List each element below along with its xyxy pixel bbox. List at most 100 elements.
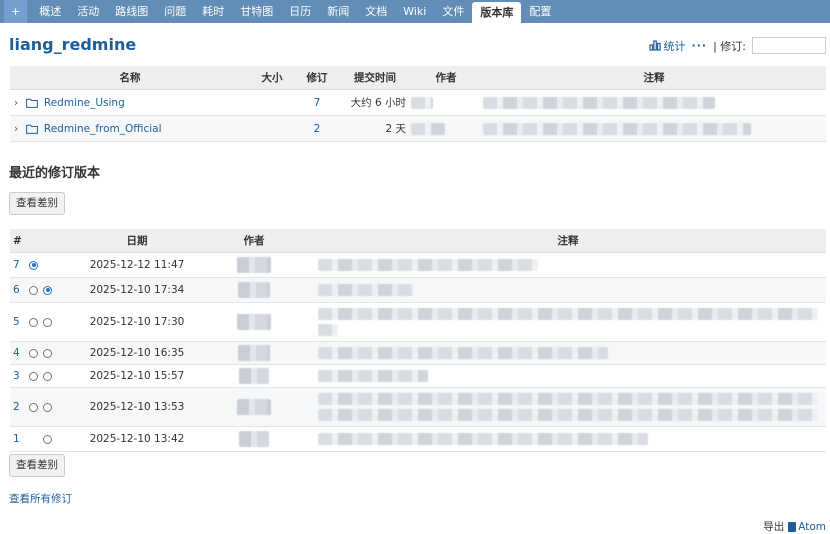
tab-8[interactable]: 文档 <box>357 0 395 23</box>
bar-chart-icon <box>648 40 661 51</box>
revision-date: 2025-12-10 16:35 <box>76 341 198 365</box>
comment-redacted <box>318 347 608 359</box>
col-age: 提交时间 <box>340 66 410 90</box>
diff-to-radio[interactable] <box>43 285 52 295</box>
revision-row: 7 2025-12-12 11:47 <box>10 252 826 278</box>
diff-to-radio[interactable] <box>43 317 52 327</box>
contextual-actions: 统计 ··· | 修订: <box>648 37 826 54</box>
view-all-revisions-link[interactable]: 查看所有修订 <box>9 491 72 506</box>
tab-0[interactable]: 概述 <box>31 0 69 23</box>
tab-4[interactable]: 耗时 <box>194 0 232 23</box>
revisions-table: # 日期 作者 注释 7 2025-12-12 11:47 6 2025-12-10 … <box>10 229 826 452</box>
author-redacted <box>238 282 270 298</box>
expand-chevron-icon[interactable]: › <box>14 97 18 109</box>
entry-age: 大约 6 小时 <box>340 89 410 116</box>
revision-row: 2 2025-12-10 13:53 <box>10 387 826 427</box>
col-date: 日期 <box>76 229 198 253</box>
view-diff-button-bottom[interactable]: 查看差别 <box>9 454 65 477</box>
diff-from-radio[interactable] <box>29 402 38 412</box>
comment-redacted <box>318 393 818 405</box>
entry-link[interactable]: Redmine_from_Official <box>44 123 162 135</box>
entry-link[interactable]: Redmine_Using <box>44 97 125 109</box>
more-actions-icon[interactable]: ··· <box>692 39 708 52</box>
comment-redacted <box>318 409 818 421</box>
entry-author-redacted <box>411 96 433 109</box>
comment-redacted <box>318 284 414 296</box>
export-links: 导出 Atom <box>763 519 826 534</box>
revision-link[interactable]: 3 <box>13 370 20 382</box>
stats-label: 统计 <box>663 39 686 53</box>
col-rev-num: # <box>10 229 28 253</box>
diff-from-radio[interactable] <box>29 348 38 358</box>
top-menu: + 概述 活动 路线图 问题 耗时 甘特图 日历 新闻 文档 Wiki 文件 版本库 配置 <box>0 0 830 23</box>
comment-redacted <box>318 433 648 445</box>
author-redacted <box>237 399 271 415</box>
stats-link[interactable]: 统计 <box>648 38 686 54</box>
tab-7[interactable]: 新闻 <box>319 0 357 23</box>
author-redacted <box>239 431 269 447</box>
revision-date: 2025-12-10 15:57 <box>76 364 198 388</box>
revision-date: 2025-12-10 13:53 <box>76 387 198 427</box>
diff-to-radio[interactable] <box>43 402 52 412</box>
revision-link[interactable]: 7 <box>13 259 20 271</box>
atom-feed-link[interactable]: Atom <box>788 521 826 533</box>
revision-row: 1 2025-12-10 13:42 <box>10 426 826 452</box>
entry-revision-link[interactable]: 7 <box>314 97 321 109</box>
revision-link[interactable]: 6 <box>13 284 20 296</box>
repository-entries-table: 名称 大小 修订 提交时间 作者 注释 › Redmine_Using 7 大约… <box>10 66 826 142</box>
diff-from-radio[interactable] <box>29 317 38 327</box>
col-author: 作者 <box>198 229 310 253</box>
entry-size <box>250 89 294 116</box>
comment-redacted <box>318 308 818 320</box>
tab-5[interactable]: 甘特图 <box>232 0 281 23</box>
revision-link[interactable]: 2 <box>13 401 20 413</box>
new-object-button[interactable]: + <box>4 0 28 23</box>
folder-icon <box>25 98 38 108</box>
diff-from-radio[interactable] <box>29 371 38 381</box>
tab-3[interactable]: 问题 <box>156 0 194 23</box>
diff-to-radio[interactable] <box>43 371 52 381</box>
export-label: 导出 <box>763 521 785 533</box>
revision-row: 4 2025-12-10 16:35 <box>10 341 826 365</box>
revision-label: | 修订: <box>713 39 746 53</box>
diff-from-radio[interactable] <box>29 260 38 270</box>
entry-comment-redacted <box>483 122 751 135</box>
view-diff-button[interactable]: 查看差别 <box>9 192 65 215</box>
revision-link[interactable]: 1 <box>13 433 20 445</box>
tab-6[interactable]: 日历 <box>281 0 319 23</box>
revision-row: 6 2025-12-10 17:34 <box>10 277 826 303</box>
tab-1[interactable]: 活动 <box>69 0 107 23</box>
tab-2[interactable]: 路线图 <box>107 0 156 23</box>
diff-to-radio[interactable] <box>43 348 52 358</box>
col-author: 作者 <box>410 66 482 90</box>
revision-input[interactable] <box>752 37 826 54</box>
revision-date: 2025-12-12 11:47 <box>76 252 198 278</box>
col-size: 大小 <box>250 66 294 90</box>
revision-row: 3 2025-12-10 15:57 <box>10 364 826 388</box>
revision-link[interactable]: 4 <box>13 347 20 359</box>
entry-size <box>250 115 294 142</box>
entry-row: › Redmine_from_Official 2 2 天 <box>10 115 826 142</box>
expand-chevron-icon[interactable]: › <box>14 123 18 135</box>
folder-icon <box>25 124 38 134</box>
entry-author-redacted <box>411 122 445 135</box>
tab-9[interactable]: Wiki <box>395 0 434 23</box>
revision-date: 2025-12-10 13:42 <box>76 426 198 452</box>
diff-from-radio[interactable] <box>29 285 38 295</box>
tab-12[interactable]: 配置 <box>521 0 559 23</box>
entry-revision-link[interactable]: 2 <box>314 123 321 135</box>
comment-redacted <box>318 370 428 382</box>
page-title: liang_redmine <box>9 35 137 54</box>
col-comment: 注释 <box>310 229 826 253</box>
author-redacted <box>237 257 271 273</box>
comment-redacted <box>318 259 538 271</box>
diff-to-radio[interactable] <box>43 434 52 444</box>
project-tabs: + 概述 活动 路线图 问题 耗时 甘特图 日历 新闻 文档 Wiki 文件 版本库 配置 <box>0 0 830 23</box>
col-comment: 注释 <box>482 66 826 90</box>
tab-11[interactable]: 版本库 <box>472 2 522 23</box>
tab-10[interactable]: 文件 <box>434 0 472 23</box>
col-name: 名称 <box>10 66 250 90</box>
entry-comment-redacted <box>483 96 715 109</box>
revision-link[interactable]: 5 <box>13 316 20 328</box>
revision-date: 2025-12-10 17:34 <box>76 277 198 303</box>
